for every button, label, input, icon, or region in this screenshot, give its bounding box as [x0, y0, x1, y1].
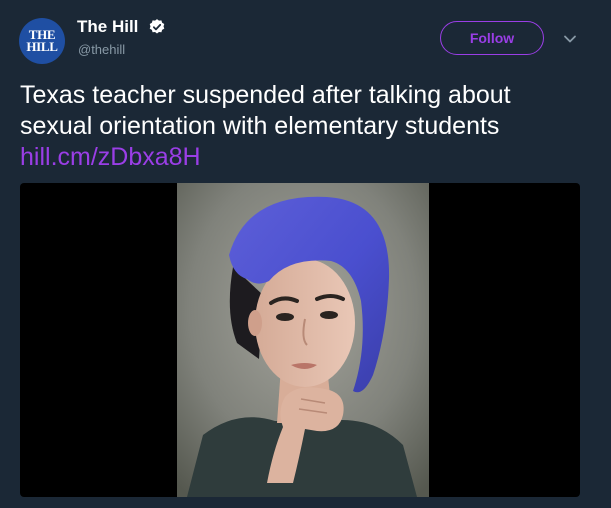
account-handle[interactable]: @thehill	[78, 42, 125, 58]
tweet-text-line: sexual orientation with elementary stude…	[20, 112, 500, 140]
display-name[interactable]: The Hill	[77, 17, 138, 37]
tweet-link[interactable]: hill.cm/zDbxa8H	[20, 142, 595, 173]
verified-badge-icon	[149, 19, 165, 34]
avatar-logo-line2: HILL	[26, 39, 58, 54]
chevron-down-icon[interactable]	[562, 31, 578, 47]
teacher-portrait-photo	[177, 183, 429, 497]
tweet-text-line: Texas teacher suspended after talking ab…	[20, 81, 511, 109]
tweet-media[interactable]	[20, 183, 580, 497]
avatar[interactable]: THE HILL	[19, 18, 65, 64]
tweet-card: THE HILL The Hill @thehill Follow Texas …	[0, 0, 611, 508]
tweet-text: Texas teacher suspended after talking ab…	[20, 80, 595, 173]
follow-button[interactable]: Follow	[440, 21, 544, 55]
